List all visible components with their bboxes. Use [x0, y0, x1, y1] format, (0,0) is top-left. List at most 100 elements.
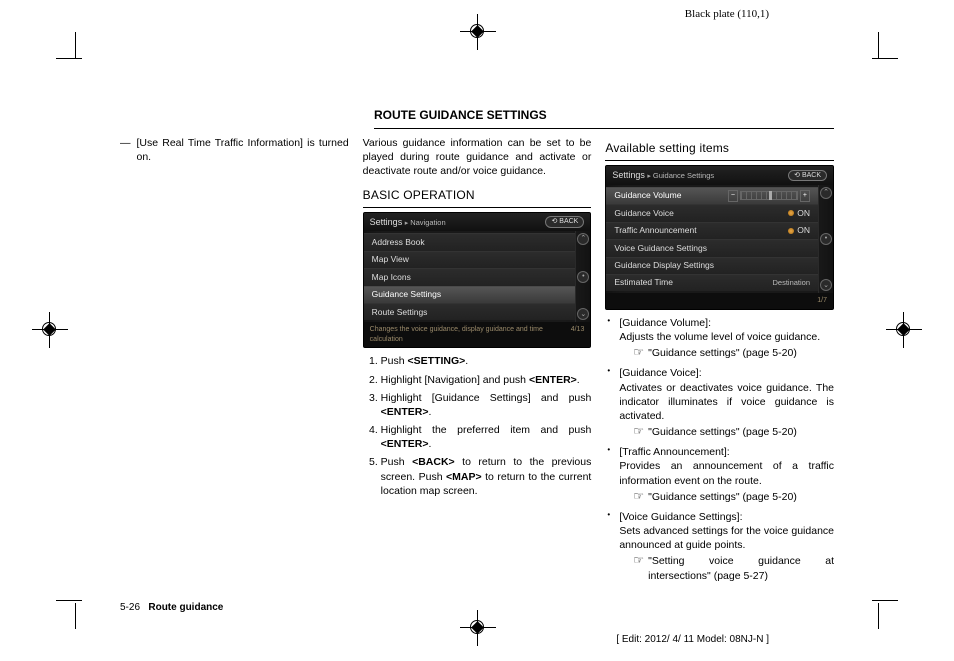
intro-paragraph: Various guidance information can be set … [363, 136, 592, 179]
ui-row: Guidance Display Settings [606, 257, 818, 274]
document-page: Black plate (110,1) ROUTE GUIDANCE SETTI… [0, 0, 954, 661]
column-2: Various guidance information can be set … [363, 136, 592, 589]
ui-list: Guidance Volume − + Guidance Voice ON [606, 185, 818, 294]
page-footer-left: 5-26 Route guidance [120, 602, 223, 613]
ui-row-label: Guidance Volume [614, 190, 681, 201]
sub-rule [363, 207, 592, 208]
ui-row: Voice Guidance Settings [606, 239, 818, 256]
step: Highlight [Guidance Settings] and push <… [381, 391, 592, 419]
step-text: Push [381, 355, 408, 367]
plate-label: Black plate (110,1) [685, 8, 769, 20]
ui-row: Address Book [364, 233, 576, 250]
ui-volume-control: − + [728, 190, 810, 201]
reference-icon: ☞ [633, 425, 644, 439]
step: Highlight the preferred item and push <E… [381, 423, 592, 451]
step-key: <SETTING> [408, 355, 466, 367]
page-footer-right: [ Edit: 2012/ 4/ 11 Model: 08NJ-N ] [616, 634, 769, 645]
setting-item-label: [Guidance Volume]: [619, 317, 711, 329]
crop-mark [75, 32, 76, 58]
sub-rule [605, 160, 834, 161]
ui-footer: 1/7 [606, 293, 833, 308]
basic-operation-heading: BASIC OPERATION [363, 187, 592, 203]
crop-mark [872, 58, 898, 59]
crop-mark [878, 32, 879, 58]
registration-mark [468, 22, 488, 42]
step-key: <ENTER> [529, 374, 577, 386]
step-text: . [429, 438, 432, 450]
ui-scroll-mid-icon: • [820, 233, 832, 245]
reference: ☞"Guidance settings" (page 5-20) [619, 346, 834, 360]
setting-item-label: [Guidance Voice]: [619, 367, 701, 379]
registration-mark [40, 320, 60, 340]
ui-footer-page: 4/13 [571, 325, 585, 344]
ui-list: Address Book Map View Map Icons Guidance… [364, 231, 576, 322]
ui-breadcrumb: Settings ▸ Guidance Settings [612, 169, 714, 181]
ui-row: Route Settings [364, 303, 576, 320]
content-columns: — [Use Real Time Traffic Information] is… [120, 136, 834, 589]
ui-minus-icon: − [728, 190, 738, 201]
reference-text: "Guidance settings" (page 5-20) [648, 425, 834, 439]
reference-text: "Setting voice guidance at intersections… [648, 554, 834, 582]
dash-icon: — [120, 136, 131, 164]
ui-breadcrumb-b: Guidance Settings [653, 171, 714, 180]
ui-scroll-mid-icon: • [577, 271, 589, 283]
ui-back-button: ⟲ BACK [788, 170, 827, 181]
step-text: Push [381, 456, 412, 468]
setting-item-desc: Activates or deactivates voice guidance.… [619, 382, 834, 422]
ui-back-label: BACK [559, 218, 578, 225]
ui-row-highlighted: Guidance Volume − + [606, 187, 818, 204]
reference: ☞ "Guidance settings" (page 5-20) [619, 490, 834, 504]
ui-row: Guidance Voice ON [606, 204, 818, 221]
ui-footer: Changes the voice guidance, display guid… [364, 322, 591, 347]
ui-row: Estimated Time Destination [606, 274, 818, 291]
column-1: — [Use Real Time Traffic Information] is… [120, 136, 349, 589]
dash-text: [Use Real Time Traffic Information] is t… [137, 136, 349, 164]
ui-body: Guidance Volume − + Guidance Voice ON [606, 185, 833, 294]
setting-item: [Guidance Volume]: Adjusts the volume le… [605, 316, 834, 361]
step-key: <BACK> [412, 456, 455, 468]
reference-text: "Guidance settings" (page 5-20) [648, 490, 834, 504]
reference-icon: ☞ [633, 490, 644, 504]
setting-items-list: [Guidance Volume]: Adjusts the volume le… [605, 316, 834, 583]
setting-item: [Traffic Announcement]: Provides an anno… [605, 445, 834, 504]
ui-row: Map View [364, 251, 576, 268]
indicator-on-icon [788, 210, 794, 216]
crop-mark [56, 600, 82, 601]
ui-row-label: Traffic Announcement [614, 225, 696, 236]
ui-back-label: BACK [802, 172, 821, 179]
step: Highlight [Navigation] and push <ENTER>. [381, 373, 592, 387]
ui-header: Settings ▸ Guidance Settings ⟲ BACK [606, 166, 833, 184]
ui-scroll-down-icon: ⌄ [577, 308, 589, 320]
ui-row-value: ON [788, 225, 810, 236]
step-key: <ENTER> [381, 438, 429, 450]
setting-item-desc: Adjusts the volume level of voice guidan… [619, 331, 820, 343]
ui-volume-bar [740, 191, 798, 200]
dash-bullet: — [Use Real Time Traffic Information] is… [120, 136, 349, 164]
step-text: . [577, 374, 580, 386]
page-number: 5-26 [120, 602, 140, 613]
steps-list: Push <SETTING>. Highlight [Navigation] a… [363, 354, 592, 498]
crop-mark [872, 600, 898, 601]
ui-row-value-text: Destination [772, 278, 810, 288]
reference-text: "Guidance settings" (page 5-20) [648, 346, 834, 360]
ui-breadcrumb: Settings ▸ Navigation [370, 216, 446, 228]
reference: ☞ "Guidance settings" (page 5-20) [619, 425, 834, 439]
step-text: . [465, 355, 468, 367]
step-text: . [429, 406, 432, 418]
crop-mark [878, 603, 879, 629]
ui-row-value-text: ON [797, 225, 810, 235]
ui-footer-page: 1/7 [817, 296, 827, 305]
step-text: Highlight [Navigation] and push [381, 374, 529, 386]
ui-row-label: Estimated Time [614, 277, 673, 288]
available-items-heading: Available setting items [605, 140, 834, 156]
crop-mark [75, 603, 76, 629]
ui-breadcrumb-a: Settings [612, 170, 645, 180]
setting-item-label: [Voice Guidance Settings]: [619, 511, 742, 523]
ui-row-highlighted: Guidance Settings [364, 286, 576, 303]
ui-scroll-up-icon: ⌃ [820, 187, 832, 199]
ui-back-button: ⟲ BACK [545, 216, 584, 227]
indicator-on-icon [788, 228, 794, 234]
ui-row-value: ON [788, 208, 810, 219]
page-footer-title: Route guidance [148, 602, 223, 613]
setting-item: [Guidance Voice]: Activates or deactivat… [605, 366, 834, 439]
